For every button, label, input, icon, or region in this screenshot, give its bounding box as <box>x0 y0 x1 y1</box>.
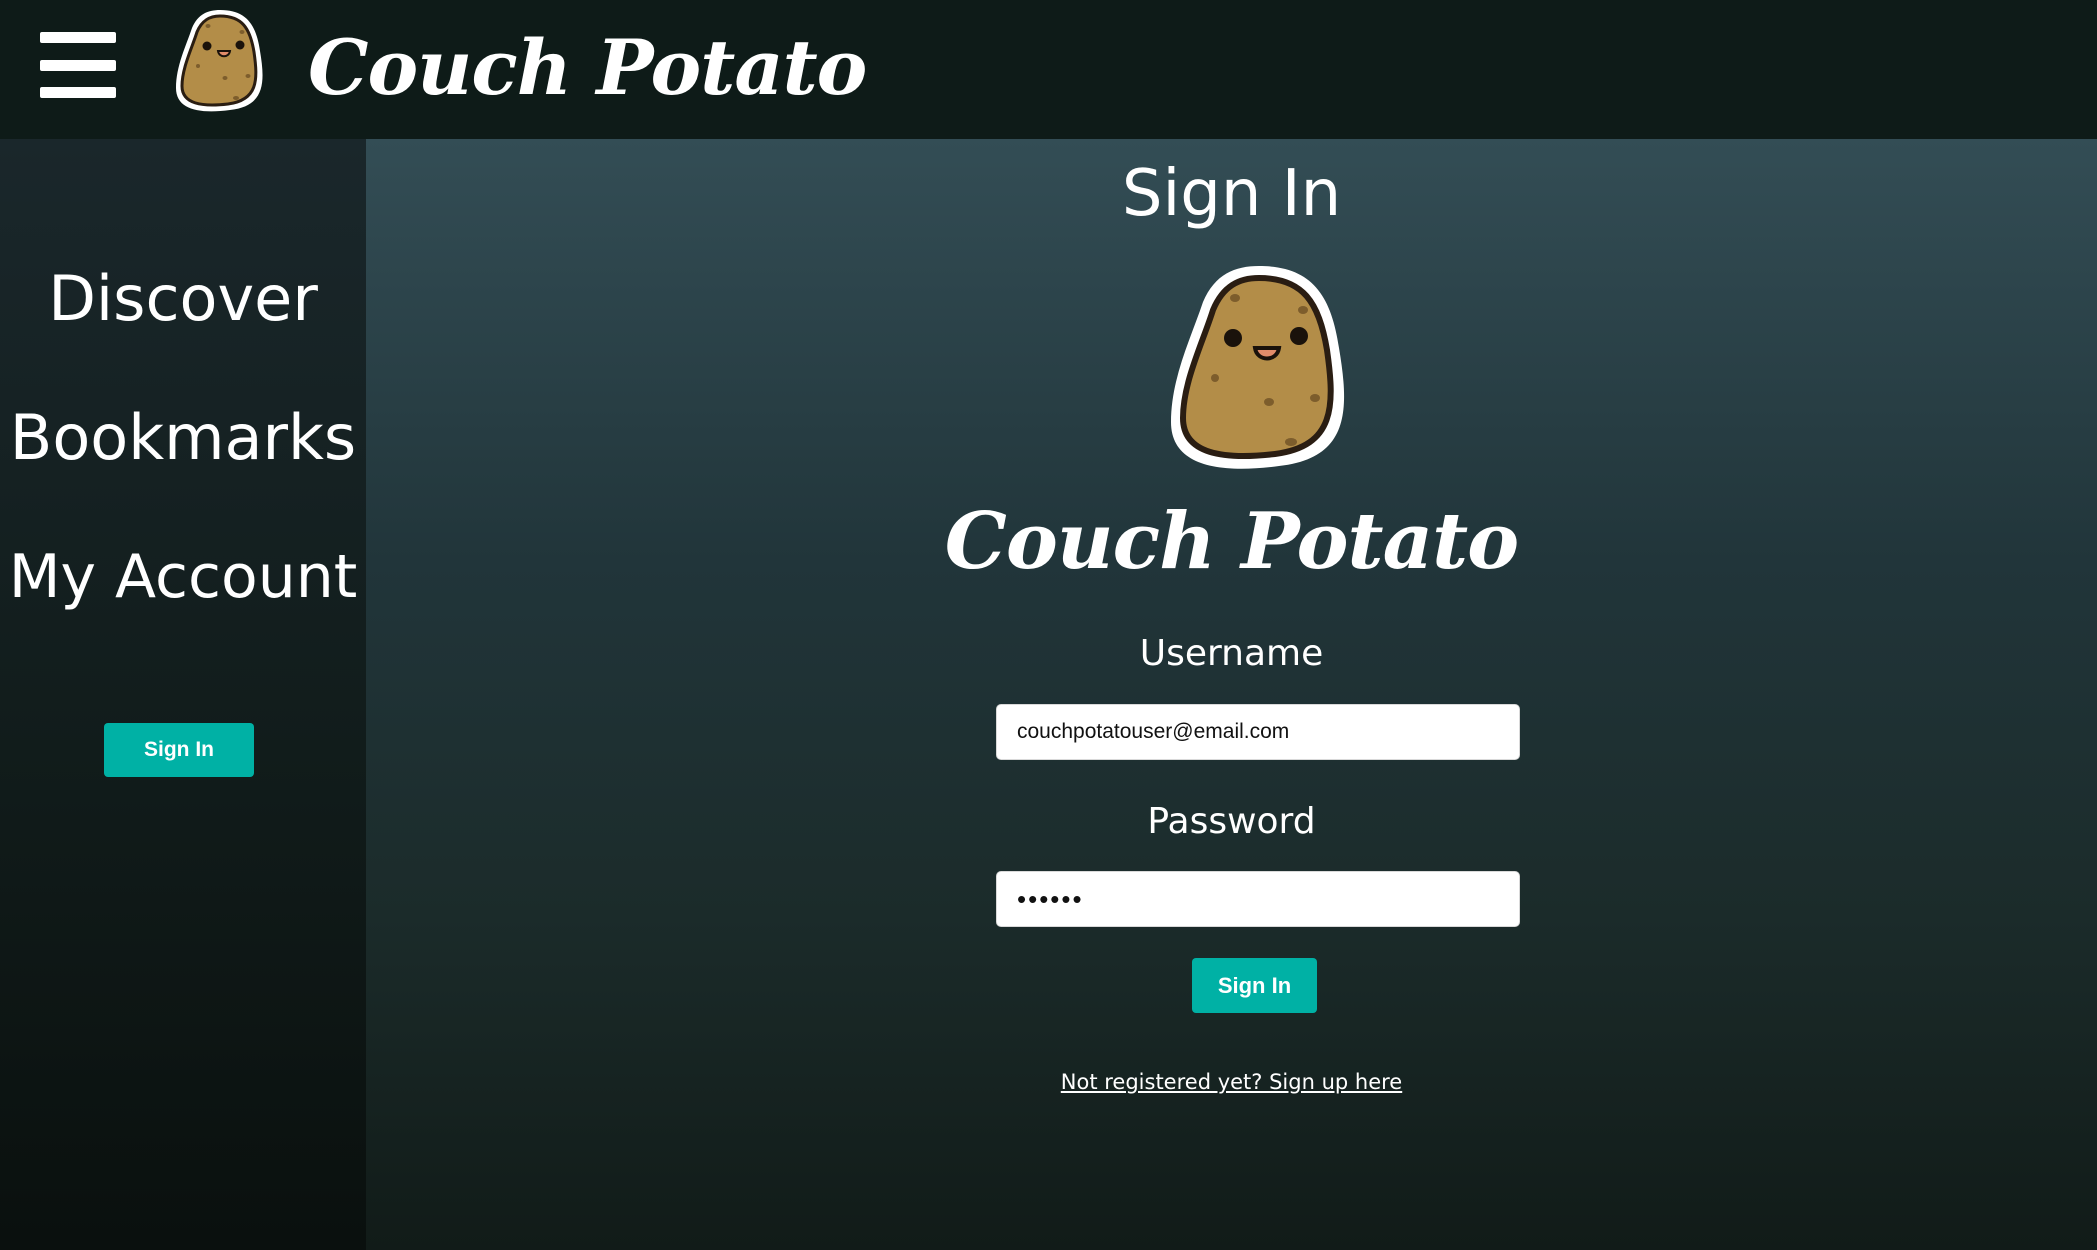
page-title: Sign In <box>1121 157 1342 231</box>
username-label: Username <box>1139 633 1324 674</box>
sidebar-item-discover[interactable]: Discover <box>0 259 366 339</box>
password-input[interactable] <box>996 871 1520 927</box>
password-label: Password <box>1147 801 1316 842</box>
sidebar-item-bookmarks[interactable]: Bookmarks <box>0 398 366 478</box>
username-input[interactable] <box>996 704 1520 760</box>
sidebar-item-my-account[interactable]: My Account <box>0 537 366 617</box>
sidebar-sign-in-button[interactable]: Sign In <box>104 723 254 777</box>
potato-mascot-icon <box>1171 266 1345 469</box>
top-header: Couch Potato <box>0 0 2097 139</box>
sign-in-panel: Sign In Couch Potato Username Password S… <box>366 139 2097 1250</box>
sign-in-button[interactable]: Sign In <box>1192 958 1317 1013</box>
brand-title: Couch Potato <box>308 23 867 112</box>
brand-wordmark: Couch Potato <box>944 496 1519 587</box>
sidebar: Discover Bookmarks My Account Sign In <box>0 139 366 1250</box>
hamburger-menu-icon[interactable] <box>40 32 116 98</box>
potato-mascot-icon <box>176 10 263 112</box>
sign-up-link[interactable]: Not registered yet? Sign up here <box>366 1067 2097 1097</box>
